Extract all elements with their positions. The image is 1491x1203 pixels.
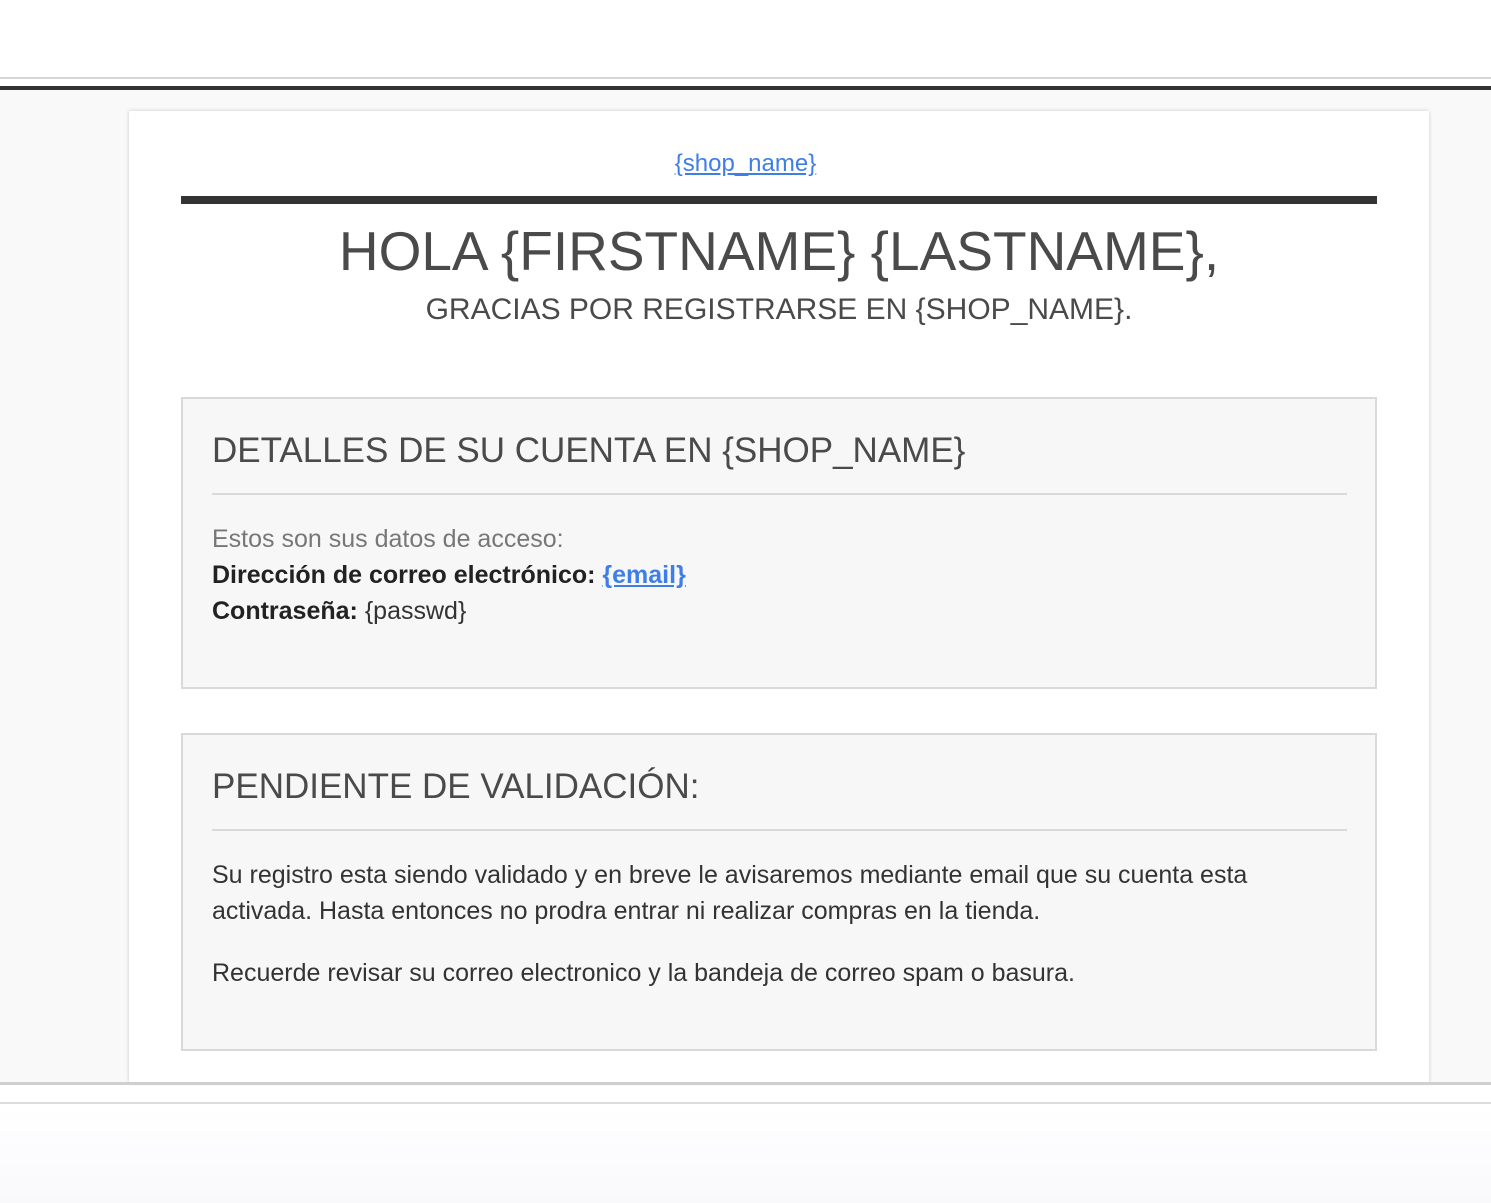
pending-panel-body: Su registro esta siendo validado y en br… (212, 857, 1342, 991)
email-row: Dirección de correo electrónico: {email} (212, 557, 1342, 593)
password-row: Contraseña: {passwd} (212, 593, 1342, 629)
password-value: {passwd} (364, 597, 467, 625)
pending-paragraph-2: Recuerde revisar su correo electronico y… (212, 959, 1075, 987)
email-label: Dirección de correo electrónico: (212, 561, 596, 589)
account-panel-body: Estos son sus datos de acceso: Dirección… (212, 521, 1342, 629)
account-panel-title: DETALLES DE SU CUENTA EN {SHOP_NAME} (212, 431, 966, 470)
email-card: HOLA {FIRSTNAME} {LASTNAME}, GRACIAS POR… (129, 111, 1429, 1083)
email-link[interactable]: {email} (602, 561, 685, 589)
account-panel-divider (212, 493, 1347, 495)
pending-paragraph-1: Su registro esta siendo validado y en br… (212, 861, 1248, 925)
account-intro: Estos son sus datos de acceso: (212, 525, 564, 553)
pending-panel-divider (212, 829, 1347, 831)
pending-validation-panel: PENDIENTE DE VALIDACIÓN: Su registro est… (181, 733, 1377, 1051)
account-details-panel: DETALLES DE SU CUENTA EN {SHOP_NAME} Est… (181, 397, 1377, 689)
bottom-area (0, 1104, 1491, 1203)
header-rule (181, 196, 1377, 204)
shop-name-link[interactable]: {shop_name} (0, 148, 1491, 180)
greeting-subtitle: GRACIAS POR REGISTRARSE EN {SHOP_NAME}. (425, 293, 1133, 326)
pending-panel-title: PENDIENTE DE VALIDACIÓN: (212, 767, 700, 806)
top-divider-thin (0, 77, 1491, 79)
greeting-title: HOLA {FIRSTNAME} {LASTNAME}, (338, 220, 1220, 282)
bottom-divider-1 (0, 1082, 1491, 1085)
password-label: Contraseña: (212, 597, 358, 625)
